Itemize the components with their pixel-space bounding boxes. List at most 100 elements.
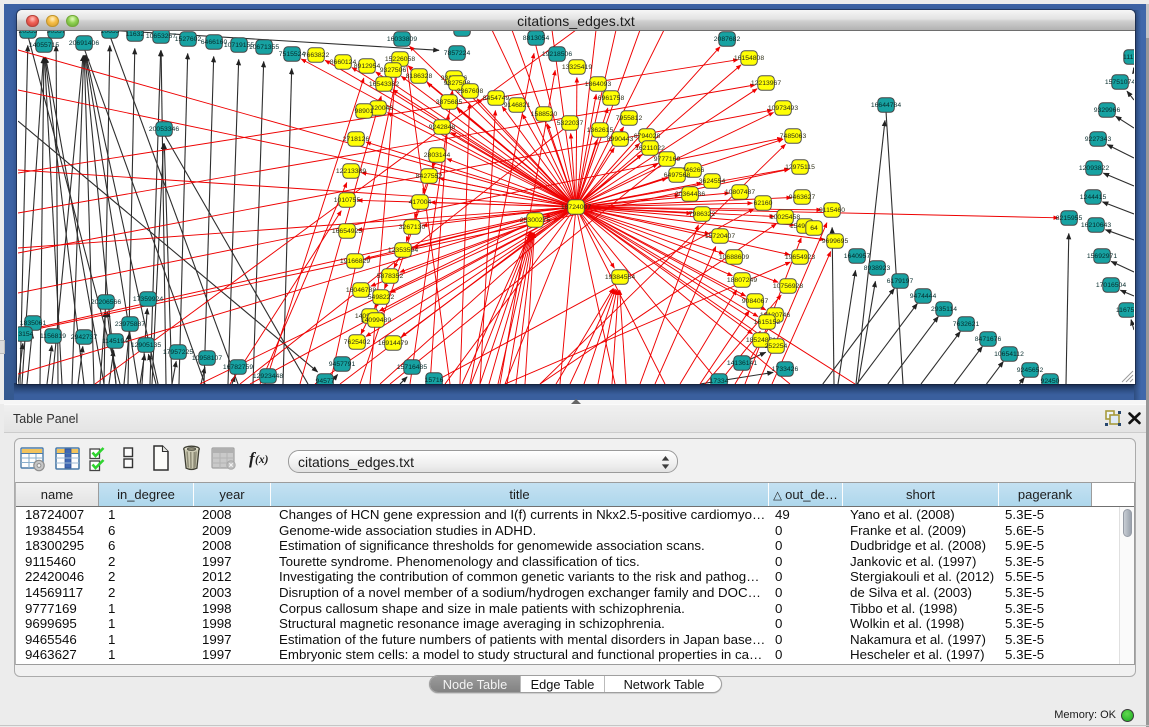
svg-text:16782759: 16782759 [223,364,253,371]
svg-text:10807487: 10807487 [725,189,755,196]
svg-text:14055715: 14055715 [29,42,59,49]
svg-text:17957225: 17957225 [163,349,193,356]
svg-text:2367608: 2367608 [457,88,484,95]
svg-text:17334: 17334 [710,378,729,384]
svg-text:7986322: 7986322 [689,211,716,218]
svg-text:1156819: 1156819 [40,333,66,340]
svg-text:19218506: 19218506 [542,51,572,58]
svg-text:10654112: 10654112 [994,351,1024,358]
svg-text:1588520: 1588520 [531,111,558,118]
svg-text:10973493: 10973493 [768,105,798,112]
svg-text:20053346: 20053346 [149,126,179,133]
svg-text:10688609: 10688609 [719,254,749,261]
svg-text:10958107: 10958107 [192,355,222,362]
svg-text:(x): (x) [255,454,269,466]
svg-text:9474444: 9474444 [910,293,937,300]
svg-text:11173: 11173 [1123,54,1134,61]
svg-text:6961758: 6961758 [598,95,625,102]
svg-text:8471676: 8471676 [975,336,1002,343]
svg-text:1362615: 1362615 [587,127,614,134]
svg-text:1640957: 1640957 [844,253,871,260]
svg-text:13325419: 13325419 [562,64,592,71]
svg-text:2087682: 2087682 [714,36,741,43]
svg-text:90557: 90557 [47,31,66,35]
svg-text:9242848: 9242848 [429,124,456,131]
svg-text:6179197: 6179197 [887,278,914,285]
svg-text:16211022: 16211022 [635,145,665,152]
svg-text:20206566: 20206566 [91,299,121,306]
svg-text:16914479: 16914479 [378,340,408,347]
svg-text:14136141: 14136141 [727,360,757,367]
svg-text:16644784: 16644784 [871,102,901,109]
svg-text:23975887: 23975887 [115,321,145,328]
svg-text:9146821: 9146821 [504,102,531,109]
svg-text:98901: 98901 [355,108,374,115]
svg-text:8990443: 8990443 [607,136,634,143]
svg-text:15692971: 15692971 [1087,253,1117,260]
svg-text:10756928: 10756928 [773,283,803,290]
svg-text:16046788: 16046788 [346,287,376,294]
svg-text:5322037: 5322037 [557,120,584,127]
svg-text:5498222: 5498222 [368,294,395,301]
svg-text:16543382: 16543382 [369,81,399,88]
svg-text:10653267: 10653267 [146,33,176,40]
svg-text:16033809: 16033809 [387,36,417,43]
svg-text:12975115: 12975115 [785,164,815,171]
svg-text:18807249: 18807249 [727,277,757,284]
svg-text:1835061: 1835061 [20,320,47,327]
svg-text:19166829: 19166829 [340,258,370,265]
svg-text:16210643: 16210643 [1081,222,1111,229]
svg-text:7515524: 7515524 [279,51,306,58]
svg-text:2942737: 2942737 [71,334,98,341]
svg-text:14099489: 14099489 [361,317,391,324]
svg-text:12213389: 12213389 [336,168,366,175]
svg-text:17359924: 17359924 [133,296,163,303]
svg-text:3624554: 3624554 [699,178,726,185]
svg-text:20553: 20553 [19,31,38,35]
svg-text:9227343: 9227343 [1085,136,1112,143]
svg-text:1145194: 1145194 [102,338,128,345]
svg-text:417004: 417004 [409,199,432,206]
svg-text:9457791: 9457791 [329,361,356,368]
svg-text:7663822: 7663822 [303,52,330,59]
svg-text:9115460: 9115460 [819,207,845,214]
svg-text:19654923: 19654923 [785,254,815,261]
svg-text:7955812: 7955812 [616,115,643,122]
svg-text:11632: 11632 [126,31,145,38]
svg-text:8938923: 8938923 [864,265,891,272]
svg-text:20691406: 20691406 [69,40,99,47]
svg-text:9329966: 9329966 [1094,107,1121,114]
svg-text:12905135: 12905135 [131,342,161,349]
svg-text:15751074: 15751074 [1105,79,1134,86]
svg-text:8813054: 8813054 [523,35,550,42]
svg-text:8660124: 8660124 [330,59,357,66]
svg-text:7857224: 7857224 [444,50,471,57]
svg-text:9245652: 9245652 [1017,367,1044,374]
svg-text:116753: 116753 [1116,307,1134,314]
svg-text:12093822: 12093822 [1079,165,1109,172]
svg-text:19384554: 19384554 [605,274,635,281]
svg-text:18724007: 18724007 [561,204,591,211]
svg-text:8912954: 8912954 [354,63,381,70]
svg-text:9463627: 9463627 [789,194,816,201]
svg-text:17016504: 17016504 [1096,282,1126,289]
svg-text:3267130: 3267130 [399,224,426,231]
svg-text:1615152: 1615152 [754,319,781,326]
svg-text:9777169: 9777169 [654,156,681,163]
svg-text:10025458: 10025458 [770,214,800,221]
svg-text:252254: 252254 [765,343,788,350]
svg-text:8427552: 8427552 [416,173,443,180]
svg-text:10653: 10653 [101,31,120,35]
svg-text:2935114: 2935114 [931,306,957,313]
svg-text:16654925: 16654925 [332,228,362,235]
svg-text:6497568: 6497568 [664,172,691,179]
svg-text:20364436: 20364436 [675,191,705,198]
svg-text:6794028: 6794028 [634,133,661,140]
svg-text:16512: 16512 [453,31,472,33]
svg-text:94577: 94577 [316,378,335,384]
svg-text:1864093: 1864093 [585,81,612,88]
svg-text:15716: 15716 [425,377,444,384]
svg-text:9327506: 9327506 [380,67,407,74]
svg-text:1010755: 1010755 [334,197,361,204]
svg-text:12353594: 12353594 [388,247,418,254]
